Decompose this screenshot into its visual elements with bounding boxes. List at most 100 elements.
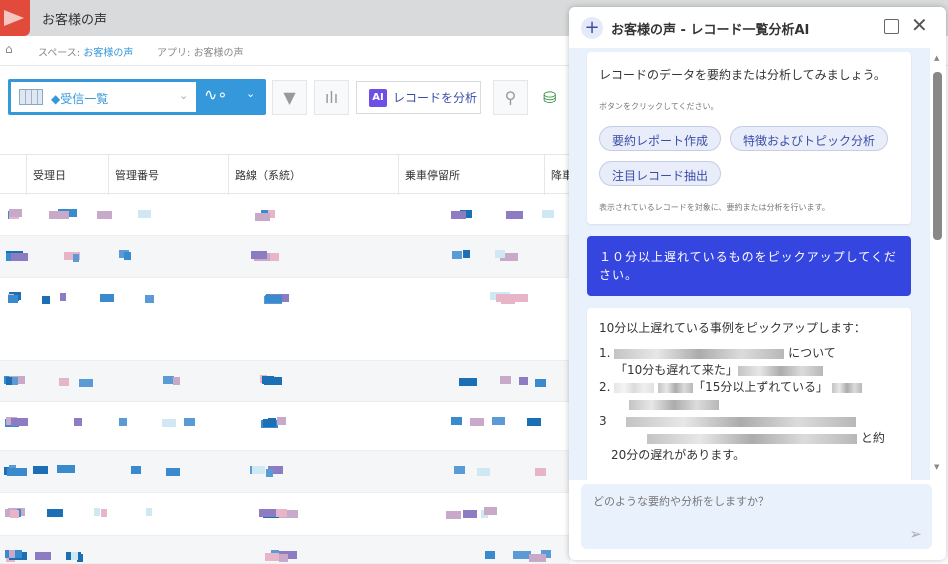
chat-scrollbar[interactable]: ▲ ▼ (930, 48, 946, 480)
graph-button[interactable]: ılı (314, 80, 349, 115)
item3-text: と約 (860, 431, 885, 445)
search-button[interactable]: ⚲ (493, 80, 528, 115)
response-item-2: 2. 「15分以上ずれている」 (599, 379, 899, 396)
redacted-cell (11, 377, 19, 386)
summary-report-button[interactable]: 要約レポート作成 (599, 126, 722, 151)
redacted-cell (97, 211, 113, 220)
app-title: お客様の声 (42, 13, 108, 28)
response-item-3: 3 (599, 413, 899, 430)
redacted-cell (162, 375, 174, 384)
close-icon[interactable]: ✕ (911, 13, 928, 37)
redacted-cell (93, 508, 100, 517)
col-boarding-stop[interactable]: 乗車停留所 (398, 155, 544, 195)
table-row[interactable] (0, 451, 570, 493)
intro-card: レコードのデータを要約または分析してみましょう。 ボタンをクリックしてください。… (587, 52, 911, 224)
redacted-cell (495, 250, 506, 259)
item1-text: について (788, 346, 836, 360)
chat-input[interactable]: どのような要約や分析をしますか？ ➢ (581, 484, 932, 549)
redacted-cell (250, 250, 267, 259)
redacted-cell (7, 294, 19, 303)
redacted-cell (276, 417, 287, 426)
analyze-records-button[interactable]: AI レコードを分析 (356, 81, 481, 114)
redacted-cell (119, 418, 127, 427)
redacted-cell (535, 467, 547, 476)
table-row[interactable] (0, 195, 570, 236)
redacted-cell (11, 253, 28, 262)
redacted-cell (78, 378, 94, 387)
item1-quote: 「10分も遅れて来た」 (615, 363, 738, 377)
feature-topic-button[interactable]: 特徴およびトピック分析 (730, 126, 889, 151)
ai-response: 10分以上遅れている事例をピックアップします： 1. について 「10分も遅れて… (587, 308, 911, 480)
redacted-cell (458, 377, 477, 386)
redacted-cell (11, 418, 29, 427)
scroll-down-icon[interactable]: ▼ (934, 463, 939, 471)
redacted-cell (452, 251, 462, 260)
new-chat-plus-icon[interactable]: + (581, 17, 603, 39)
redacted-cell (9, 550, 16, 559)
scroll-up-icon[interactable]: ▲ (934, 54, 939, 62)
chevron-down-icon: ⌄ (179, 89, 189, 102)
minimize-icon[interactable] (884, 19, 899, 34)
redacted-cell (279, 553, 289, 562)
redacted-cell (484, 550, 496, 559)
table-row[interactable] (0, 361, 570, 402)
redacted-cell (137, 209, 152, 218)
home-icon[interactable]: ⌂ (5, 42, 13, 56)
table-row[interactable] (0, 402, 570, 451)
redacted-cell (70, 551, 78, 560)
highlight-records-button[interactable]: 注目レコード抽出 (599, 161, 722, 186)
item2-quote: 「15分以上ずれている」 (693, 380, 829, 394)
col-control-number[interactable]: 管理番号 (108, 155, 228, 195)
hint-text: ボタンをクリックしてください。 (599, 102, 719, 111)
redacted-cell (165, 468, 180, 476)
redacted-cell (276, 508, 288, 517)
redacted-cell (100, 509, 108, 518)
panel-title: お客様の声 - レコード一覧分析AI (611, 23, 810, 38)
view-selector[interactable]: ◆受信一覧 ⌄ ∿∘ ⌄ (8, 79, 266, 115)
ai-analysis-panel: + お客様の声 - レコード一覧分析AI ✕ レコードのデータを要約または分析し… (569, 7, 946, 560)
redacted-cell (506, 210, 523, 219)
redacted-cell (534, 378, 547, 387)
redacted-cell (496, 293, 515, 302)
table-row[interactable] (0, 278, 570, 361)
response-item-3-cont: と約 (599, 430, 899, 447)
scroll-thumb[interactable] (933, 72, 942, 240)
redacted-cell (42, 295, 50, 304)
intro-text: レコードのデータを要約または分析してみましょう。 (599, 68, 886, 82)
redacted-cell (470, 418, 485, 427)
col-received-date[interactable]: 受理日 (26, 155, 108, 195)
breadcrumb-app[interactable]: アプリ: お客様の声 (157, 44, 244, 59)
redacted-cell (269, 253, 279, 262)
redacted-cell (59, 377, 69, 386)
graph-view-icon[interactable]: ∿∘ (204, 85, 227, 104)
redacted-cell (10, 509, 20, 518)
redacted-cell (264, 294, 282, 303)
space-name: お客様の声 (83, 48, 134, 59)
redacted-cell (173, 377, 181, 386)
app-logo-icon[interactable] (0, 0, 30, 36)
response-item-1-cont: 「10分も遅れて来た」 (599, 362, 899, 379)
space-prefix: スペース: (38, 48, 84, 59)
database-check-icon[interactable]: ⛁ (543, 88, 556, 107)
app-prefix: アプリ: (157, 48, 194, 59)
graph-chevron-icon[interactable]: ⌄ (246, 87, 255, 100)
redacted-cell (446, 510, 462, 519)
col-route[interactable]: 路線（系統） (228, 155, 398, 195)
table-row[interactable] (0, 236, 570, 278)
send-icon[interactable]: ➢ (909, 525, 922, 543)
redacted-cell (130, 466, 142, 475)
redacted-cell (7, 467, 27, 476)
table-header: 受理日 管理番号 路線（系統） 乗車停留所 降車 (0, 154, 573, 195)
redacted-cell (527, 418, 541, 427)
redacted-cell (528, 553, 546, 562)
breadcrumb-space[interactable]: スペース: お客様の声 (38, 44, 133, 59)
redacted-cell (462, 250, 470, 259)
filter-button[interactable]: ▼ (272, 80, 307, 115)
response-lead: 10分以上遅れている事例をピックアップします： (599, 321, 866, 335)
redacted-cell (457, 466, 465, 475)
table-row[interactable] (0, 493, 570, 536)
redacted-cell (499, 376, 511, 385)
redacted-cell (34, 552, 51, 561)
table-row[interactable] (0, 536, 570, 564)
ai-icon: AI (369, 88, 387, 107)
